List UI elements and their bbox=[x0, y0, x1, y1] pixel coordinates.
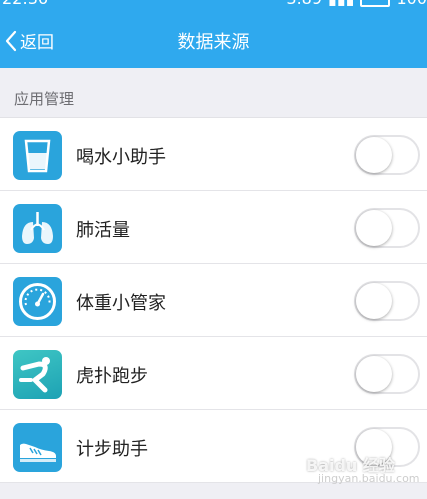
network-speed: 3.89 bbox=[286, 0, 322, 8]
runner-icon bbox=[13, 350, 62, 399]
battery-icon bbox=[360, 0, 391, 7]
scale-gauge-icon bbox=[13, 277, 62, 326]
toggle-switch[interactable] bbox=[354, 354, 420, 394]
item-label: 体重小管家 bbox=[76, 293, 166, 314]
toggle-knob bbox=[356, 283, 392, 319]
item-label: 喝水小助手 bbox=[76, 147, 166, 168]
section-label: 应用管理 bbox=[14, 90, 75, 108]
signal-icon: ▮▮▮ bbox=[328, 0, 354, 8]
list-item-lung-capacity: 肺活量 bbox=[0, 191, 427, 264]
lungs-icon bbox=[13, 204, 62, 253]
status-bar: 22:36 3.89 ▮▮▮ 100 bbox=[0, 0, 427, 11]
toggle-knob bbox=[356, 210, 392, 246]
toggle-knob bbox=[356, 356, 392, 392]
item-label: 计步助手 bbox=[76, 439, 148, 460]
list-item-hupu-running: 虎扑跑步 bbox=[0, 337, 427, 410]
list-item-weight-manager: 体重小管家 bbox=[0, 264, 427, 337]
toggle-switch[interactable] bbox=[354, 208, 420, 248]
app-list: 喝水小助手 肺活量 体重小管家 虎扑跑步 计步助手 bbox=[0, 118, 427, 483]
sneaker-icon bbox=[13, 423, 62, 472]
watermark-url: jingyan.baidu.com bbox=[318, 472, 420, 485]
nav-bar: 返回 数据来源 bbox=[0, 18, 427, 64]
toggle-switch[interactable] bbox=[354, 281, 420, 321]
toggle-knob bbox=[356, 137, 392, 173]
battery-level: 100 bbox=[396, 0, 427, 8]
list-item-water-assistant: 喝水小助手 bbox=[0, 118, 427, 191]
item-label: 虎扑跑步 bbox=[76, 366, 148, 387]
status-time: 22:36 bbox=[2, 0, 48, 8]
app-header: 22:36 3.89 ▮▮▮ 100 返回 数据来源 bbox=[0, 0, 427, 68]
status-indicators: 3.89 ▮▮▮ 100 bbox=[286, 0, 427, 8]
toggle-switch[interactable] bbox=[354, 135, 420, 175]
water-cup-icon bbox=[13, 131, 62, 180]
item-label: 肺活量 bbox=[76, 220, 130, 241]
section-header: 应用管理 bbox=[0, 68, 427, 118]
page-title: 数据来源 bbox=[177, 32, 250, 53]
